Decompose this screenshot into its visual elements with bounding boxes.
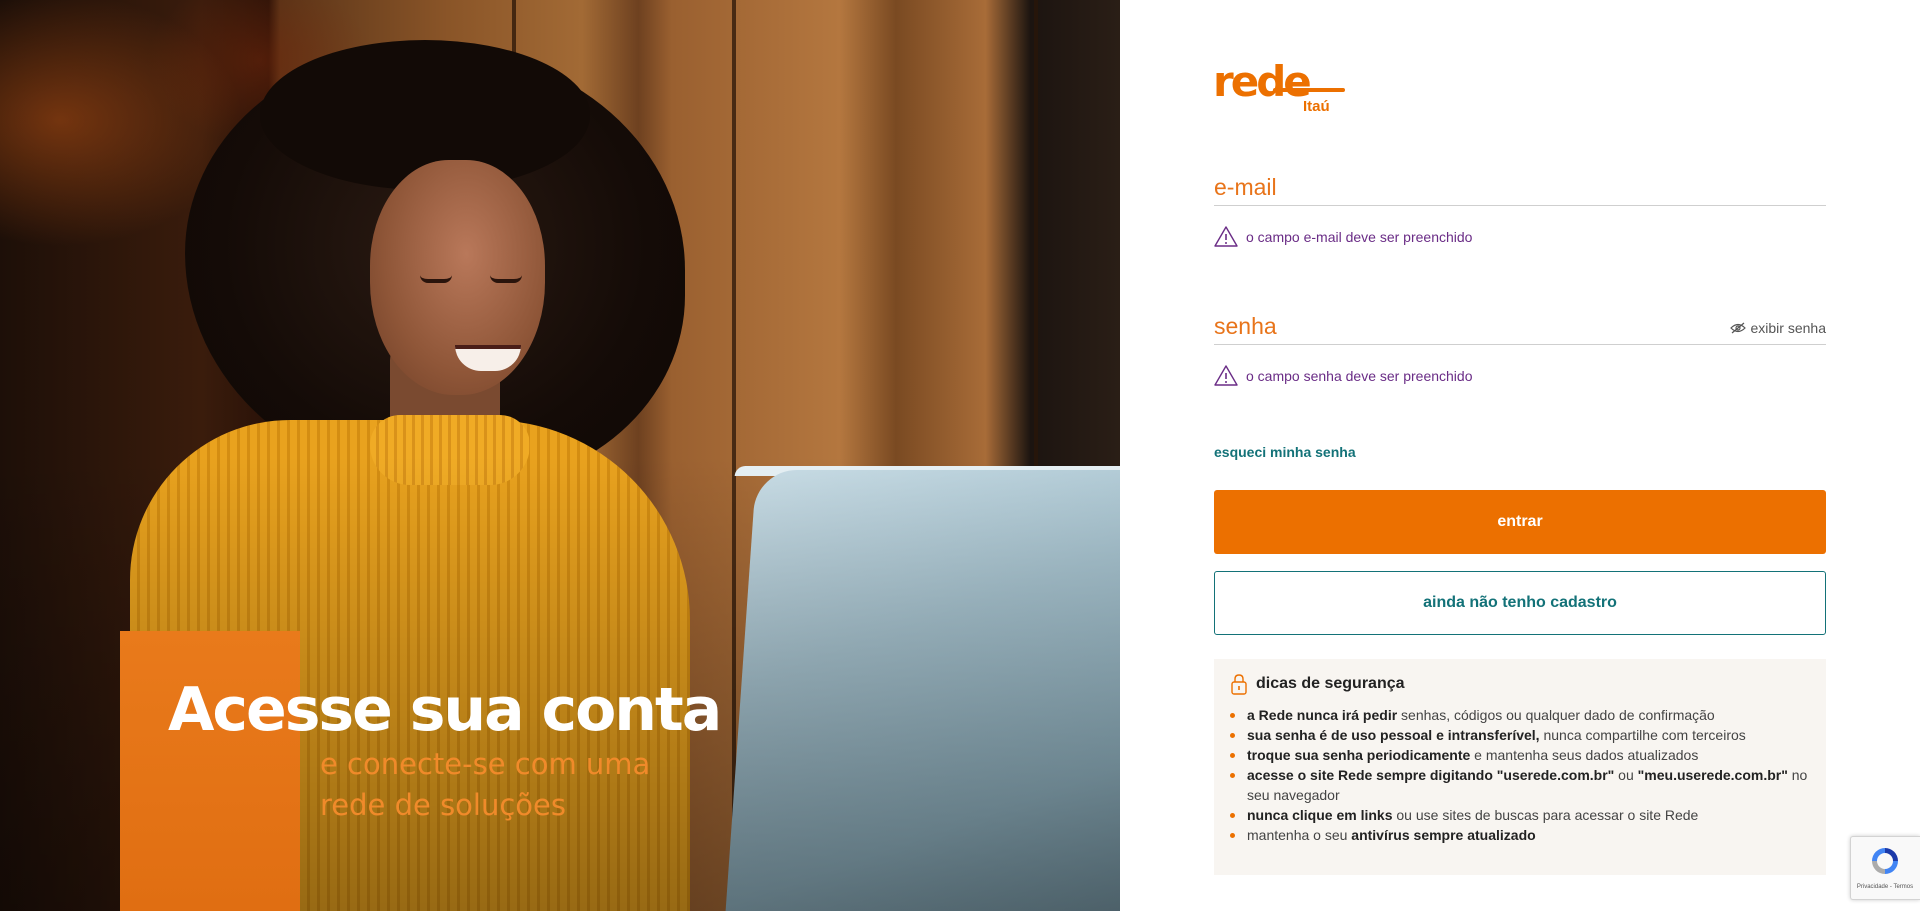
hero-subtitle: e conecte-se com uma rede de soluções	[320, 744, 650, 826]
email-error-text: o campo e-mail deve ser preenchido	[1246, 228, 1473, 245]
eye-slash-icon	[1729, 322, 1746, 334]
tip-text: nunca compartilhe com terceiros	[1539, 727, 1746, 743]
tip-bold: sua senha é de uso pessoal e intransferí…	[1247, 727, 1540, 743]
register-button[interactable]: ainda não tenho cadastro	[1214, 571, 1826, 635]
lock-icon	[1231, 674, 1247, 695]
hero-accent-block	[120, 631, 300, 911]
hero-title: Acesse sua conta	[168, 675, 722, 745]
list-item: sua senha é de uso pessoal e intransferí…	[1230, 725, 1810, 745]
logo-subtext: Itaú	[1303, 98, 1330, 115]
tip-bold: nunca clique em links	[1247, 807, 1393, 823]
security-tips-box: dicas de segurança a Rede nunca irá pedi…	[1214, 659, 1826, 875]
tip-text: ou use sites de buscas para acessar o si…	[1392, 807, 1699, 823]
tip-text: senhas, códigos ou qualquer dado de conf…	[1397, 707, 1715, 723]
show-password-toggle[interactable]: exibir senha	[1729, 320, 1827, 336]
tip-bold: troque sua senha periodicamente	[1247, 747, 1471, 763]
tip-bold: "meu.userede.com.br"	[1637, 767, 1788, 783]
recaptcha-links[interactable]: Privacidade - Termos	[1853, 884, 1917, 890]
list-item: mantenha o seu antivírus sempre atualiza…	[1230, 825, 1810, 845]
login-button[interactable]: entrar	[1214, 490, 1826, 554]
password-field[interactable]: senha exibir senha	[1214, 301, 1826, 345]
hero-subtitle-line: e conecte-se com uma	[320, 747, 651, 781]
password-label: senha	[1214, 313, 1277, 339]
list-item: troque sua senha periodicamente e manten…	[1230, 745, 1810, 765]
email-field[interactable]: e-mail	[1214, 162, 1826, 206]
tip-text: ou	[1614, 767, 1638, 783]
email-label: e-mail	[1214, 174, 1277, 200]
tip-bold: antivírus sempre atualizado	[1351, 827, 1536, 843]
forgot-password-link[interactable]: esqueci minha senha	[1214, 444, 1356, 460]
logo-wordmark: rede	[1213, 57, 1312, 106]
security-tips-title: dicas de segurança	[1256, 675, 1405, 692]
email-error: o campo e-mail deve ser preenchido	[1214, 226, 1472, 247]
tip-text: e mantenha seus dados atualizados	[1470, 747, 1699, 763]
list-item: a Rede nunca irá pedir senhas, códigos o…	[1230, 705, 1810, 725]
tip-text: mantenha o seu	[1247, 827, 1352, 843]
show-password-label: exibir senha	[1750, 320, 1827, 336]
hero-subtitle-line: rede de soluções	[320, 788, 566, 822]
recaptcha-icon	[1872, 848, 1898, 874]
warning-icon	[1214, 365, 1238, 386]
recaptcha-badge[interactable]: Privacidade - Termos	[1850, 836, 1920, 900]
security-tips-list: a Rede nunca irá pedir senhas, códigos o…	[1230, 705, 1810, 845]
password-error-text: o campo senha deve ser preenchido	[1246, 367, 1473, 384]
security-tips-header: dicas de segurança	[1230, 673, 1810, 695]
list-item: acesse o site Rede sempre digitando "use…	[1230, 765, 1810, 805]
rede-logo: rede Itaú	[1213, 60, 1353, 120]
tip-bold: a Rede nunca irá pedir	[1247, 707, 1398, 723]
list-item: nunca clique em links ou use sites de bu…	[1230, 805, 1810, 825]
warning-icon	[1214, 226, 1238, 247]
tip-bold: acesse o site Rede sempre digitando "use…	[1247, 767, 1615, 783]
password-error: o campo senha deve ser preenchido	[1214, 365, 1472, 386]
logo-swoosh	[1273, 88, 1345, 92]
